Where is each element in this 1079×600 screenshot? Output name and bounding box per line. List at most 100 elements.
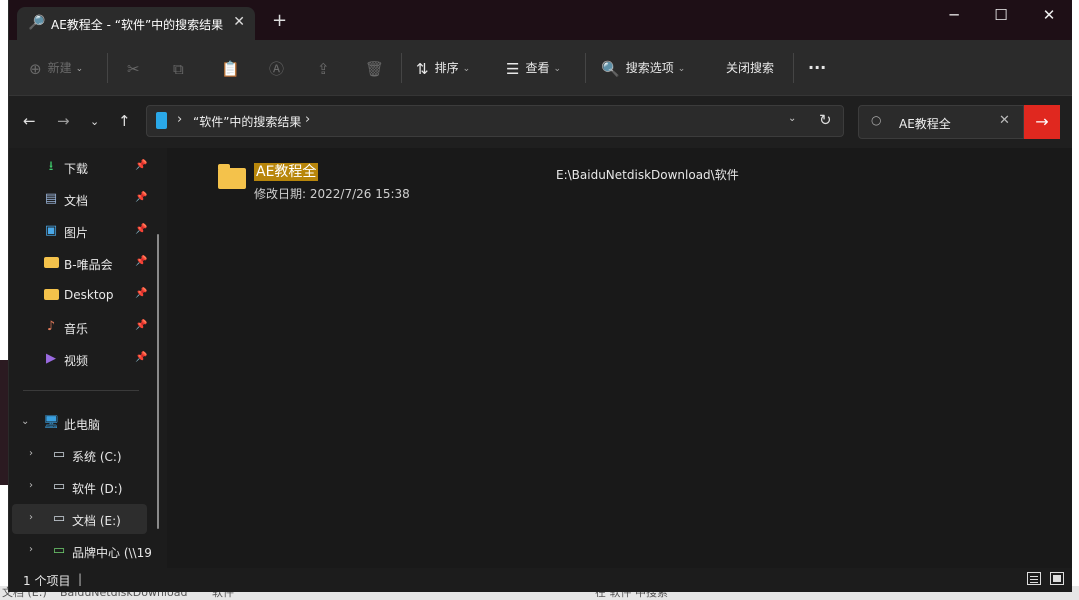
sidebar-item-b-vip[interactable]: B-唯品会 📌	[9, 248, 157, 278]
sidebar-item-drive-d[interactable]: › ▭ 软件 (D:)	[9, 472, 157, 502]
title-bar: 🔎 AE教程全 - “软件”中的搜索结果 ✕ + ─ ☐ ✕	[9, 0, 1072, 40]
chevron-down-icon: ⌄	[677, 63, 686, 74]
close-window-button[interactable]: ✕	[1026, 6, 1072, 30]
command-bar: ⊕ 新建 ⌄ ✂ ⧉ 📋 Ⓐ ⇪ 🗑 ⇅ 排序 ⌄ ☰ 查看 ⌄ 🔍 搜索选项 ⌄ 关闭搜索 ·…	[9, 40, 1072, 96]
copy-button[interactable]: ⧉	[173, 58, 190, 78]
clear-search-icon[interactable]: ✕	[999, 113, 1010, 128]
pin-icon[interactable]: 📌	[135, 192, 147, 203]
minimize-button[interactable]: ─	[931, 6, 977, 30]
search-options-button[interactable]: 🔍 搜索选项 ⌄	[601, 58, 685, 78]
paste-button[interactable]: 📋	[221, 58, 246, 78]
details-view-icon[interactable]	[1027, 572, 1041, 585]
music-icon: ♪	[46, 319, 56, 334]
result-name[interactable]: AE教程全	[254, 163, 319, 181]
up-button[interactable]: ↑	[118, 112, 131, 130]
close-search-label: 关闭搜索	[726, 61, 775, 75]
sidebar-item-downloads[interactable]: ⭳ 下载 📌	[9, 152, 157, 182]
chevron-right-icon[interactable]: ›	[29, 448, 33, 459]
delete-button[interactable]: 🗑	[365, 58, 390, 78]
recent-locations-button[interactable]: ⌄	[90, 115, 99, 128]
video-icon: ▶	[46, 351, 56, 366]
rename-button[interactable]: Ⓐ	[269, 58, 290, 78]
back-button[interactable]: ←	[23, 112, 36, 130]
breadcrumb-chevron-icon[interactable]: ›	[177, 112, 182, 127]
search-box[interactable]: ○ AE教程全 ✕	[858, 105, 1024, 139]
background-window-right	[1071, 0, 1079, 586]
navigation-row: ← → ⌄ ↑ › “软件”中的搜索结果 › ⌄ ↻ ○ AE教程全 ✕ →	[9, 96, 1072, 148]
sidebar-item-videos[interactable]: ▶ 视频 📌	[9, 344, 157, 374]
share-icon: ⇪	[317, 59, 330, 78]
cut-icon: ✂	[127, 59, 140, 78]
breadcrumb-chevron-icon[interactable]: ›	[305, 112, 310, 127]
chevron-down-icon[interactable]: ⌄	[21, 416, 29, 427]
new-button[interactable]: ⊕ 新建 ⌄	[29, 58, 83, 78]
search-input[interactable]: AE教程全	[899, 115, 951, 132]
computer-icon: 🖥	[43, 415, 60, 430]
file-explorer-window: 🔎 AE教程全 - “软件”中的搜索结果 ✕ + ─ ☐ ✕ ⊕ 新建 ⌄ ✂ ⧉ …	[8, 0, 1072, 592]
search-go-button[interactable]: →	[1024, 105, 1060, 139]
address-dropdown-icon[interactable]: ⌄	[788, 113, 796, 124]
result-path[interactable]: E:\BaiduNetdiskDownload\软件	[556, 166, 739, 183]
folder-icon	[43, 287, 59, 303]
rename-icon: Ⓐ	[269, 59, 285, 78]
search-results-icon	[156, 112, 167, 129]
list-view-icon: ☰	[506, 59, 520, 78]
cut-button[interactable]: ✂	[127, 58, 146, 78]
sort-button[interactable]: ⇅ 排序 ⌄	[416, 58, 470, 78]
sidebar-item-label: 音乐	[64, 322, 89, 336]
status-separator: |	[78, 572, 83, 586]
sidebar-item-label: 视频	[64, 354, 89, 368]
sidebar-item-desktop[interactable]: Desktop 📌	[9, 280, 157, 310]
pin-icon[interactable]: 📌	[135, 320, 147, 331]
folder-icon	[43, 255, 59, 271]
chevron-right-icon[interactable]: ›	[29, 480, 33, 491]
sidebar-scrollbar[interactable]	[157, 234, 159, 529]
sidebar-item-label: 品牌中心 (\\19	[72, 546, 152, 560]
sidebar-item-label: 文档 (E:)	[72, 514, 121, 528]
list-item[interactable]: AE教程全 修改日期: 2022/7/26 15:38 E:\BaiduNetd…	[217, 162, 917, 202]
pin-icon[interactable]: 📌	[135, 256, 147, 267]
chevron-right-icon[interactable]: ›	[29, 512, 33, 523]
drive-icon: ▭	[52, 447, 66, 462]
download-icon: ⭳	[48, 159, 54, 174]
search-icon: 🔎	[28, 15, 46, 31]
pin-icon[interactable]: 📌	[135, 160, 147, 171]
maximize-button[interactable]: ☐	[978, 6, 1024, 30]
close-search-button[interactable]: 关闭搜索	[726, 58, 774, 78]
sidebar-item-network-drive[interactable]: › ▭ 品牌中心 (\\19	[9, 536, 157, 566]
address-bar[interactable]: › “软件”中的搜索结果 › ⌄ ↻	[146, 105, 844, 137]
sidebar-item-pictures[interactable]: ▣ 图片 📌	[9, 216, 157, 246]
navigation-pane: ⭳ 下载 📌 ▤ 文档 📌 ▣ 图片 📌 B-唯品会 📌 Desktop 📌 ♪…	[9, 148, 167, 568]
more-options-button[interactable]: ···	[808, 58, 826, 78]
view-label: 查看	[525, 61, 550, 75]
sidebar-item-music[interactable]: ♪ 音乐 📌	[9, 312, 157, 342]
sidebar-item-this-pc[interactable]: ⌄ 🖥 此电脑	[9, 408, 157, 438]
tab-close-button[interactable]: ✕	[233, 14, 245, 30]
status-bar: 1 个项目 |	[9, 568, 1072, 592]
sidebar-item-label: 软件 (D:)	[72, 482, 123, 496]
sidebar-item-label: Desktop	[64, 288, 114, 302]
sidebar-item-label: 此电脑	[64, 418, 101, 432]
chevron-down-icon: ⌄	[462, 63, 471, 74]
breadcrumb-search-results[interactable]: “软件”中的搜索结果	[193, 113, 301, 130]
new-tab-button[interactable]: +	[272, 10, 287, 31]
refresh-icon[interactable]: ↻	[819, 111, 832, 129]
sidebar-item-drive-e[interactable]: › ▭ 文档 (E:)	[12, 504, 147, 534]
sidebar-item-documents[interactable]: ▤ 文档 📌	[9, 184, 157, 214]
pictures-icon: ▣	[44, 223, 58, 238]
drive-icon: ▭	[52, 479, 66, 494]
tab-title: AE教程全 - “软件”中的搜索结果	[51, 18, 224, 32]
view-button[interactable]: ☰ 查看 ⌄	[506, 58, 561, 78]
chevron-down-icon: ⌄	[75, 63, 84, 74]
tab-search-results[interactable]: 🔎 AE教程全 - “软件”中的搜索结果 ✕	[17, 7, 255, 40]
chevron-right-icon[interactable]: ›	[29, 544, 33, 555]
trash-icon: 🗑	[365, 59, 385, 78]
folder-icon	[218, 164, 246, 189]
share-button[interactable]: ⇪	[317, 58, 336, 78]
forward-button[interactable]: →	[57, 112, 70, 130]
sidebar-item-drive-c[interactable]: › ▭ 系统 (C:)	[9, 440, 157, 470]
pin-icon[interactable]: 📌	[135, 224, 147, 235]
pin-icon[interactable]: 📌	[135, 288, 147, 299]
tiles-view-icon[interactable]	[1050, 572, 1064, 585]
pin-icon[interactable]: 📌	[135, 352, 147, 363]
